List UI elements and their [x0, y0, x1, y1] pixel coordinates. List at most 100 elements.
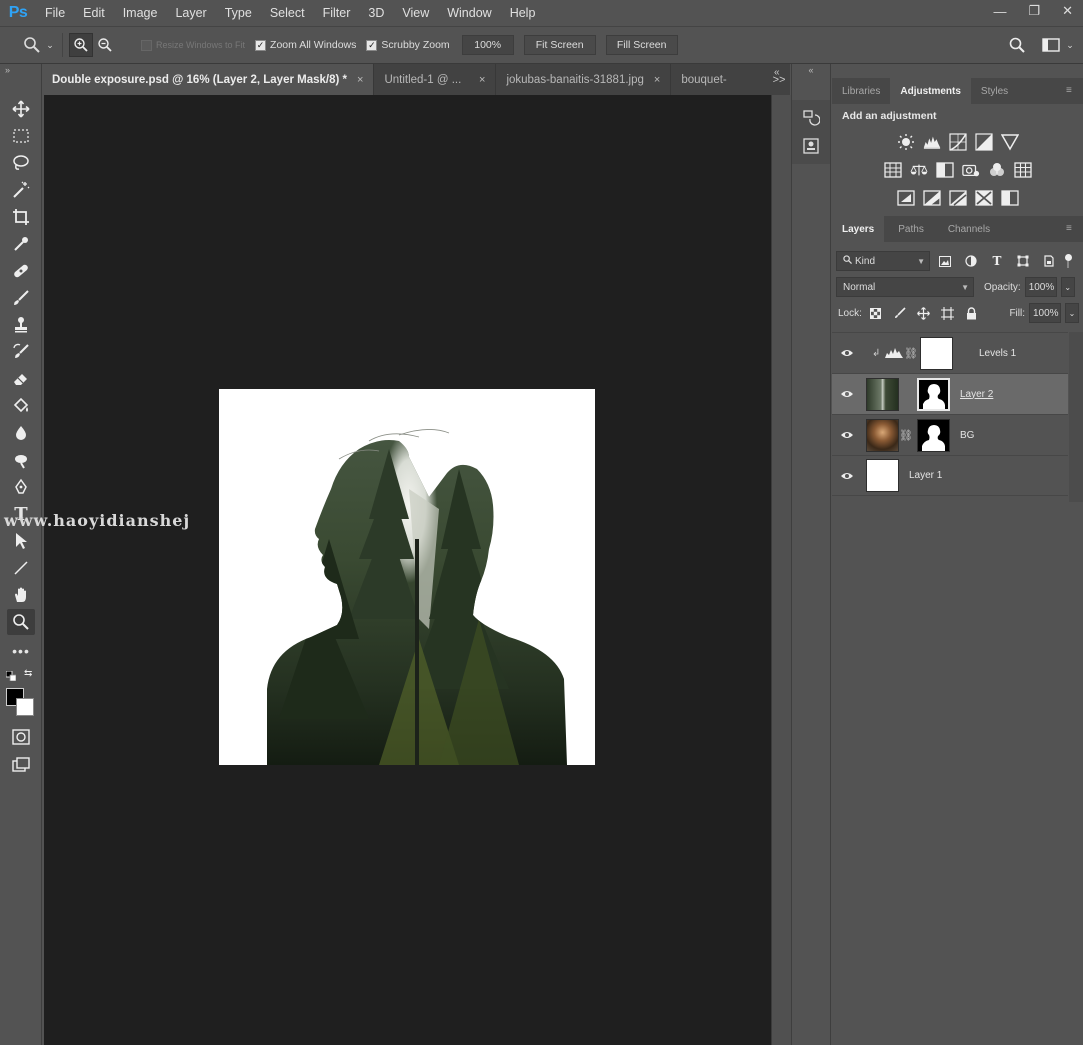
layer-mask-thumbnail[interactable] — [920, 336, 953, 370]
paint-bucket-tool-icon[interactable] — [7, 393, 35, 419]
canvas-workspace[interactable] — [44, 95, 771, 1045]
more-tools-icon[interactable]: ••• — [7, 638, 35, 664]
menu-layer[interactable]: Layer — [166, 0, 215, 26]
layers-scrollbar[interactable] — [1069, 332, 1083, 502]
eyedropper-tool-icon[interactable] — [7, 231, 35, 257]
menu-view[interactable]: View — [393, 0, 438, 26]
eraser-tool-icon[interactable] — [7, 366, 35, 392]
history-panel-icon[interactable] — [792, 104, 830, 132]
filter-pixel-icon[interactable] — [934, 251, 956, 271]
curves-icon[interactable] — [948, 133, 967, 151]
brightness-contrast-icon[interactable] — [897, 133, 915, 151]
hue-saturation-icon[interactable] — [883, 161, 902, 179]
panel-menu-icon[interactable]: ≡ — [1066, 224, 1077, 234]
layer-row-layer-2[interactable]: Layer 2 — [832, 373, 1068, 414]
tab-styles[interactable]: Styles — [971, 78, 1018, 104]
tab-bouquet[interactable]: bouquet- — [671, 64, 737, 95]
properties-panel-icon[interactable] — [792, 132, 830, 160]
layer-name[interactable]: Layer 2 — [960, 389, 993, 400]
menu-image[interactable]: Image — [114, 0, 167, 26]
zoom-100-button[interactable]: 100% — [461, 35, 514, 55]
levels-icon[interactable] — [923, 133, 941, 151]
zoom-tool-icon[interactable] — [7, 609, 35, 635]
scrubby-zoom-checkbox[interactable]: ✓ Scrubby Zoom — [366, 39, 450, 51]
layer-name[interactable]: Layer 1 — [909, 470, 942, 481]
invert-icon[interactable] — [896, 189, 915, 207]
menu-help[interactable]: Help — [501, 0, 545, 26]
collapse-icon[interactable]: » — [0, 64, 41, 76]
fill-dropdown-button[interactable]: ⌄ — [1065, 303, 1079, 323]
fill-screen-button[interactable]: Fill Screen — [605, 35, 678, 55]
chevron-down-icon[interactable]: ⌄ — [1063, 33, 1077, 57]
blend-mode-dropdown[interactable]: Normal ▼ — [836, 277, 974, 297]
posterize-icon[interactable] — [922, 189, 941, 207]
layer-thumbnail[interactable] — [866, 418, 899, 452]
workspace-icon[interactable] — [1039, 33, 1063, 57]
zoom-tool-preset-icon[interactable] — [20, 33, 44, 57]
healing-brush-tool-icon[interactable] — [7, 258, 35, 284]
fit-screen-button[interactable]: Fit Screen — [523, 35, 596, 55]
move-tool-icon[interactable] — [7, 96, 35, 122]
brush-tool-icon[interactable] — [7, 285, 35, 311]
link-icon[interactable]: ⛓ — [904, 347, 918, 360]
photo-filter-icon[interactable] — [961, 161, 980, 179]
filter-adjustment-icon[interactable] — [960, 251, 982, 271]
black-white-icon[interactable] — [935, 161, 954, 179]
vibrance-icon[interactable] — [1000, 133, 1019, 151]
menu-file[interactable]: File — [36, 0, 74, 26]
menu-window[interactable]: Window — [438, 0, 500, 26]
layer-row-bg[interactable]: ⛓ BG — [832, 414, 1068, 455]
hand-tool-icon[interactable] — [7, 582, 35, 608]
document-canvas[interactable] — [219, 389, 595, 765]
selective-color-icon[interactable] — [974, 189, 993, 207]
lock-artboard-icon[interactable] — [938, 303, 958, 323]
menu-3d[interactable]: 3D — [359, 0, 393, 26]
layer-row-layer-1[interactable]: Layer 1 — [832, 455, 1068, 496]
menu-filter[interactable]: Filter — [314, 0, 360, 26]
filter-shape-icon[interactable] — [1012, 251, 1034, 271]
lock-all-icon[interactable] — [962, 303, 982, 323]
layer-thumbnail[interactable] — [866, 377, 899, 411]
close-icon[interactable]: × — [479, 74, 485, 86]
layer-thumbnail[interactable] — [866, 459, 899, 492]
eye-icon[interactable] — [832, 348, 862, 358]
lock-transparent-pixels-icon[interactable] — [866, 303, 886, 323]
close-icon[interactable]: × — [357, 74, 363, 86]
filter-toggle-icon[interactable] — [1064, 254, 1072, 268]
filter-smart-object-icon[interactable] — [1038, 251, 1060, 271]
search-icon[interactable] — [1005, 33, 1029, 57]
line-tool-icon[interactable] — [7, 555, 35, 581]
tab-channels[interactable]: Channels — [938, 216, 1000, 242]
history-brush-tool-icon[interactable] — [7, 339, 35, 365]
lock-image-pixels-icon[interactable] — [890, 303, 910, 323]
tab-libraries[interactable]: Libraries — [832, 78, 890, 104]
exposure-icon[interactable] — [974, 133, 993, 151]
pen-tool-icon[interactable] — [7, 474, 35, 500]
tab-jokubas-banaitis[interactable]: jokubas-banaitis-31881.jpg × — [496, 64, 672, 95]
marquee-tool-icon[interactable] — [7, 123, 35, 149]
lasso-tool-icon[interactable] — [7, 150, 35, 176]
zoom-in-icon[interactable] — [69, 33, 93, 57]
quick-mask-icon[interactable] — [7, 724, 35, 750]
menu-edit[interactable]: Edit — [74, 0, 114, 26]
resize-windows-checkbox[interactable]: Resize Windows to Fit — [141, 39, 245, 51]
channel-mixer-icon[interactable] — [988, 161, 1006, 179]
fill-input[interactable]: 100% — [1029, 303, 1061, 323]
filter-type-icon[interactable]: T — [986, 251, 1008, 271]
link-icon[interactable]: ⛓ — [899, 429, 913, 442]
screen-mode-icon[interactable] — [7, 752, 35, 778]
layer-mask-thumbnail[interactable] — [917, 418, 950, 452]
tab-paths[interactable]: Paths — [884, 216, 938, 242]
tab-layers[interactable]: Layers — [832, 216, 885, 242]
panel-menu-icon[interactable]: ≡ — [1066, 86, 1077, 96]
layer-name[interactable]: BG — [960, 430, 974, 441]
threshold-icon[interactable] — [948, 189, 967, 207]
close-window-button[interactable]: ✕ — [1062, 3, 1073, 19]
layer-row-levels-1[interactable]: ↲ ⛓ Levels 1 — [832, 332, 1068, 373]
menu-select[interactable]: Select — [261, 0, 314, 26]
zoom-all-windows-checkbox[interactable]: ✓ Zoom All Windows — [255, 39, 356, 51]
eye-icon[interactable] — [832, 471, 862, 481]
dodge-tool-icon[interactable] — [7, 447, 35, 473]
magic-wand-tool-icon[interactable] — [7, 177, 35, 203]
filter-kind-dropdown[interactable]: Kind ▼ — [836, 251, 930, 271]
